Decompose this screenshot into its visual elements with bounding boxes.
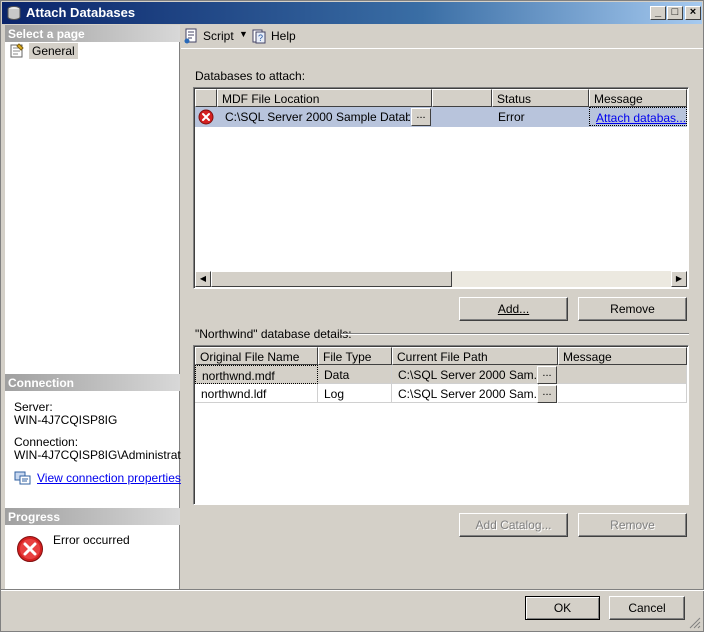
table-row[interactable]: northwnd.ldf Log C:\SQL Server 2000 Sam.… bbox=[195, 384, 687, 403]
script-icon bbox=[184, 28, 197, 44]
remove-file-button-label: Remove bbox=[610, 518, 655, 532]
file-type-cell: Log bbox=[318, 384, 392, 403]
attach-databases-window: Attach Databases _ □ × Select a page Gen… bbox=[0, 0, 704, 632]
message-cell bbox=[558, 384, 687, 403]
grid-header-blank[interactable] bbox=[432, 89, 492, 107]
error-icon bbox=[17, 536, 43, 562]
add-catalog-button[interactable]: Add Catalog... bbox=[459, 513, 568, 537]
cancel-button-label: Cancel bbox=[628, 601, 666, 615]
file-type-cell: Data bbox=[318, 365, 392, 384]
minimize-button[interactable]: _ bbox=[650, 6, 666, 20]
remove-file-button[interactable]: Remove bbox=[578, 513, 687, 537]
progress-header: Progress bbox=[5, 508, 180, 525]
general-page: Databases to attach: MDF File Location S… bbox=[181, 49, 703, 589]
title-bar[interactable]: Attach Databases _ □ × bbox=[2, 2, 702, 24]
message-cell bbox=[558, 365, 687, 384]
select-page-header: Select a page bbox=[5, 25, 180, 42]
current-path-cell: C:\SQL Server 2000 Sam... bbox=[392, 384, 539, 403]
script-label: Script bbox=[203, 29, 234, 43]
chevron-down-icon[interactable]: ▼ bbox=[239, 29, 248, 39]
help-label: Help bbox=[271, 29, 296, 43]
grid-header-mdf[interactable]: MDF File Location bbox=[217, 89, 432, 107]
progress-status: Error occurred bbox=[53, 533, 130, 547]
help-icon: ? bbox=[252, 29, 266, 44]
ok-button-label: OK bbox=[553, 601, 572, 615]
resize-grip-icon[interactable] bbox=[689, 617, 701, 629]
grid-header-file-type[interactable]: File Type bbox=[318, 347, 392, 365]
window-title: Attach Databases bbox=[26, 5, 136, 20]
page-icon bbox=[10, 43, 24, 58]
scroll-thumb[interactable] bbox=[211, 271, 452, 287]
browse-path-button[interactable]: ... bbox=[537, 385, 557, 403]
original-name-cell: northwnd.mdf bbox=[195, 365, 318, 384]
connection-value: WIN-4J7CQISP8IG\Administrator bbox=[14, 448, 192, 462]
error-icon bbox=[198, 109, 214, 125]
grid-header-icon bbox=[195, 89, 217, 107]
details-divider bbox=[341, 333, 689, 335]
details-grid[interactable]: Original File Name File Type Current Fil… bbox=[193, 345, 689, 505]
close-button[interactable]: × bbox=[685, 6, 701, 20]
grid-header-current-path[interactable]: Current File Path bbox=[392, 347, 558, 365]
connection-header: Connection bbox=[5, 374, 180, 391]
grid-header-message[interactable]: Message bbox=[558, 347, 687, 365]
message-link[interactable]: Attach databas... bbox=[589, 107, 687, 126]
remove-button[interactable]: Remove bbox=[578, 297, 687, 321]
table-row[interactable]: C:\SQL Server 2000 Sample Datab... ... E… bbox=[195, 107, 687, 127]
add-button-label: Add... bbox=[497, 302, 530, 316]
left-pane: Select a page General Connection Server:… bbox=[5, 25, 191, 589]
scroll-left-icon[interactable]: ◀ bbox=[195, 271, 211, 287]
server-label: Server: bbox=[14, 400, 53, 414]
connection-properties-icon bbox=[14, 471, 31, 485]
browse-path-button[interactable]: ... bbox=[537, 366, 557, 384]
current-path-cell: C:\SQL Server 2000 Sam... bbox=[392, 365, 539, 384]
view-connection-properties-link[interactable]: View connection properties bbox=[37, 471, 181, 485]
svg-text:?: ? bbox=[258, 33, 263, 43]
horizontal-scrollbar[interactable]: ◀ ▶ bbox=[195, 271, 687, 287]
original-name-cell: northwnd.ldf bbox=[195, 384, 318, 403]
server-value: WIN-4J7CQISP8IG bbox=[14, 413, 118, 427]
remove-button-label: Remove bbox=[610, 302, 655, 316]
cancel-button[interactable]: Cancel bbox=[609, 596, 685, 620]
footer-separator bbox=[1, 589, 704, 591]
maximize-button[interactable]: □ bbox=[667, 6, 683, 20]
scroll-right-icon[interactable]: ▶ bbox=[671, 271, 687, 287]
databases-grid[interactable]: MDF File Location Status Message C:\SQL … bbox=[193, 87, 689, 289]
table-row[interactable]: northwnd.mdf Data C:\SQL Server 2000 Sam… bbox=[195, 365, 687, 384]
status-cell: Error bbox=[498, 110, 525, 124]
grid-header-original-name[interactable]: Original File Name bbox=[195, 347, 318, 365]
browse-mdf-button[interactable]: ... bbox=[411, 108, 431, 126]
database-details-label: "Northwind" database details: bbox=[195, 327, 352, 341]
grid-header-status[interactable]: Status bbox=[492, 89, 589, 107]
add-catalog-button-label: Add Catalog... bbox=[475, 518, 552, 532]
grid-header-message[interactable]: Message bbox=[589, 89, 687, 107]
add-button[interactable]: Add... bbox=[459, 297, 568, 321]
ok-button[interactable]: OK bbox=[525, 596, 600, 620]
databases-to-attach-label: Databases to attach: bbox=[195, 69, 306, 83]
page-item-label: General bbox=[29, 43, 78, 59]
database-icon bbox=[7, 6, 21, 20]
toolbar: Script ▼ ? Help bbox=[181, 25, 703, 49]
mdf-location-cell: C:\SQL Server 2000 Sample Datab... bbox=[225, 110, 410, 124]
connection-label: Connection: bbox=[14, 435, 79, 449]
